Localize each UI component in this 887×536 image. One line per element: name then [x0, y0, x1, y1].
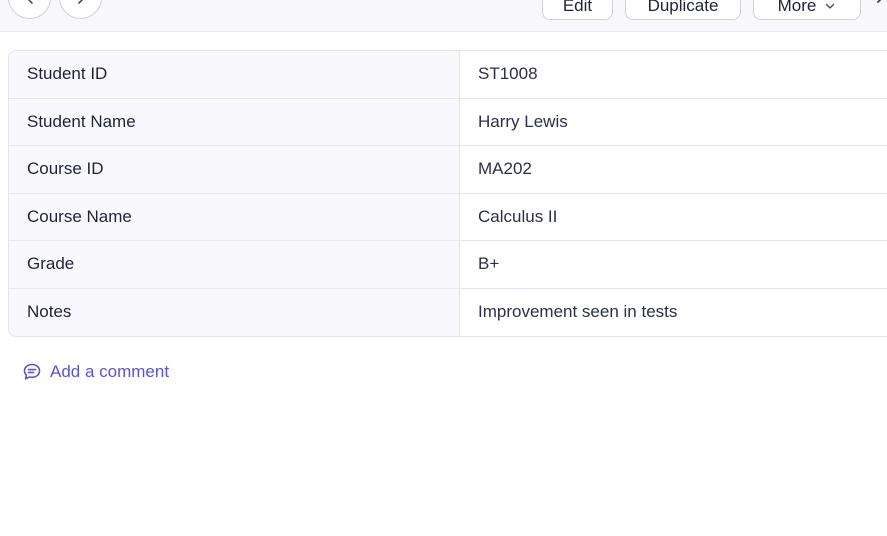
edit-button[interactable]: Edit	[542, 0, 613, 20]
field-label: Grade	[9, 241, 460, 288]
chevron-down-icon	[826, 3, 835, 9]
field-row-grade: Grade B+	[9, 241, 887, 289]
edit-button-label: Edit	[562, 0, 593, 15]
chevron-right-icon	[78, 0, 84, 4]
add-comment-label: Add a comment	[50, 362, 170, 381]
field-value[interactable]: Calculus II	[460, 193, 887, 240]
duplicate-button-label: Duplicate	[647, 0, 719, 15]
field-label: Student Name	[9, 98, 460, 145]
close-icon[interactable]	[874, 0, 887, 6]
field-value[interactable]: ST1008	[460, 51, 887, 98]
field-label: Course Name	[9, 193, 460, 240]
field-value[interactable]: MA202	[460, 146, 887, 193]
field-value[interactable]: B+	[460, 241, 887, 288]
record-toolbar: Edit Duplicate More	[0, 0, 887, 32]
chevron-left-icon	[27, 0, 33, 4]
field-label: Course ID	[9, 146, 460, 193]
duplicate-button[interactable]: Duplicate	[625, 0, 741, 20]
field-label: Notes	[9, 288, 460, 336]
field-row-notes: Notes Improvement seen in tests	[9, 288, 887, 336]
more-button[interactable]: More	[753, 0, 861, 20]
field-value[interactable]: Harry Lewis	[460, 98, 887, 145]
more-button-label: More	[777, 0, 817, 15]
field-row-course-name: Course Name Calculus II	[9, 193, 887, 241]
field-value[interactable]: Improvement seen in tests	[460, 288, 887, 336]
add-comment-link[interactable]: Add a comment	[22, 360, 169, 384]
record-details-table: Student ID ST1008 Student Name Harry Lew…	[8, 50, 887, 337]
field-row-student-id: Student ID ST1008	[9, 51, 887, 99]
field-label: Student ID	[9, 51, 460, 98]
field-row-course-id: Course ID MA202	[9, 146, 887, 194]
comment-icon	[23, 363, 41, 380]
previous-record-button[interactable]	[8, 0, 51, 19]
field-row-student-name: Student Name Harry Lewis	[9, 98, 887, 146]
next-record-button[interactable]	[59, 0, 102, 19]
